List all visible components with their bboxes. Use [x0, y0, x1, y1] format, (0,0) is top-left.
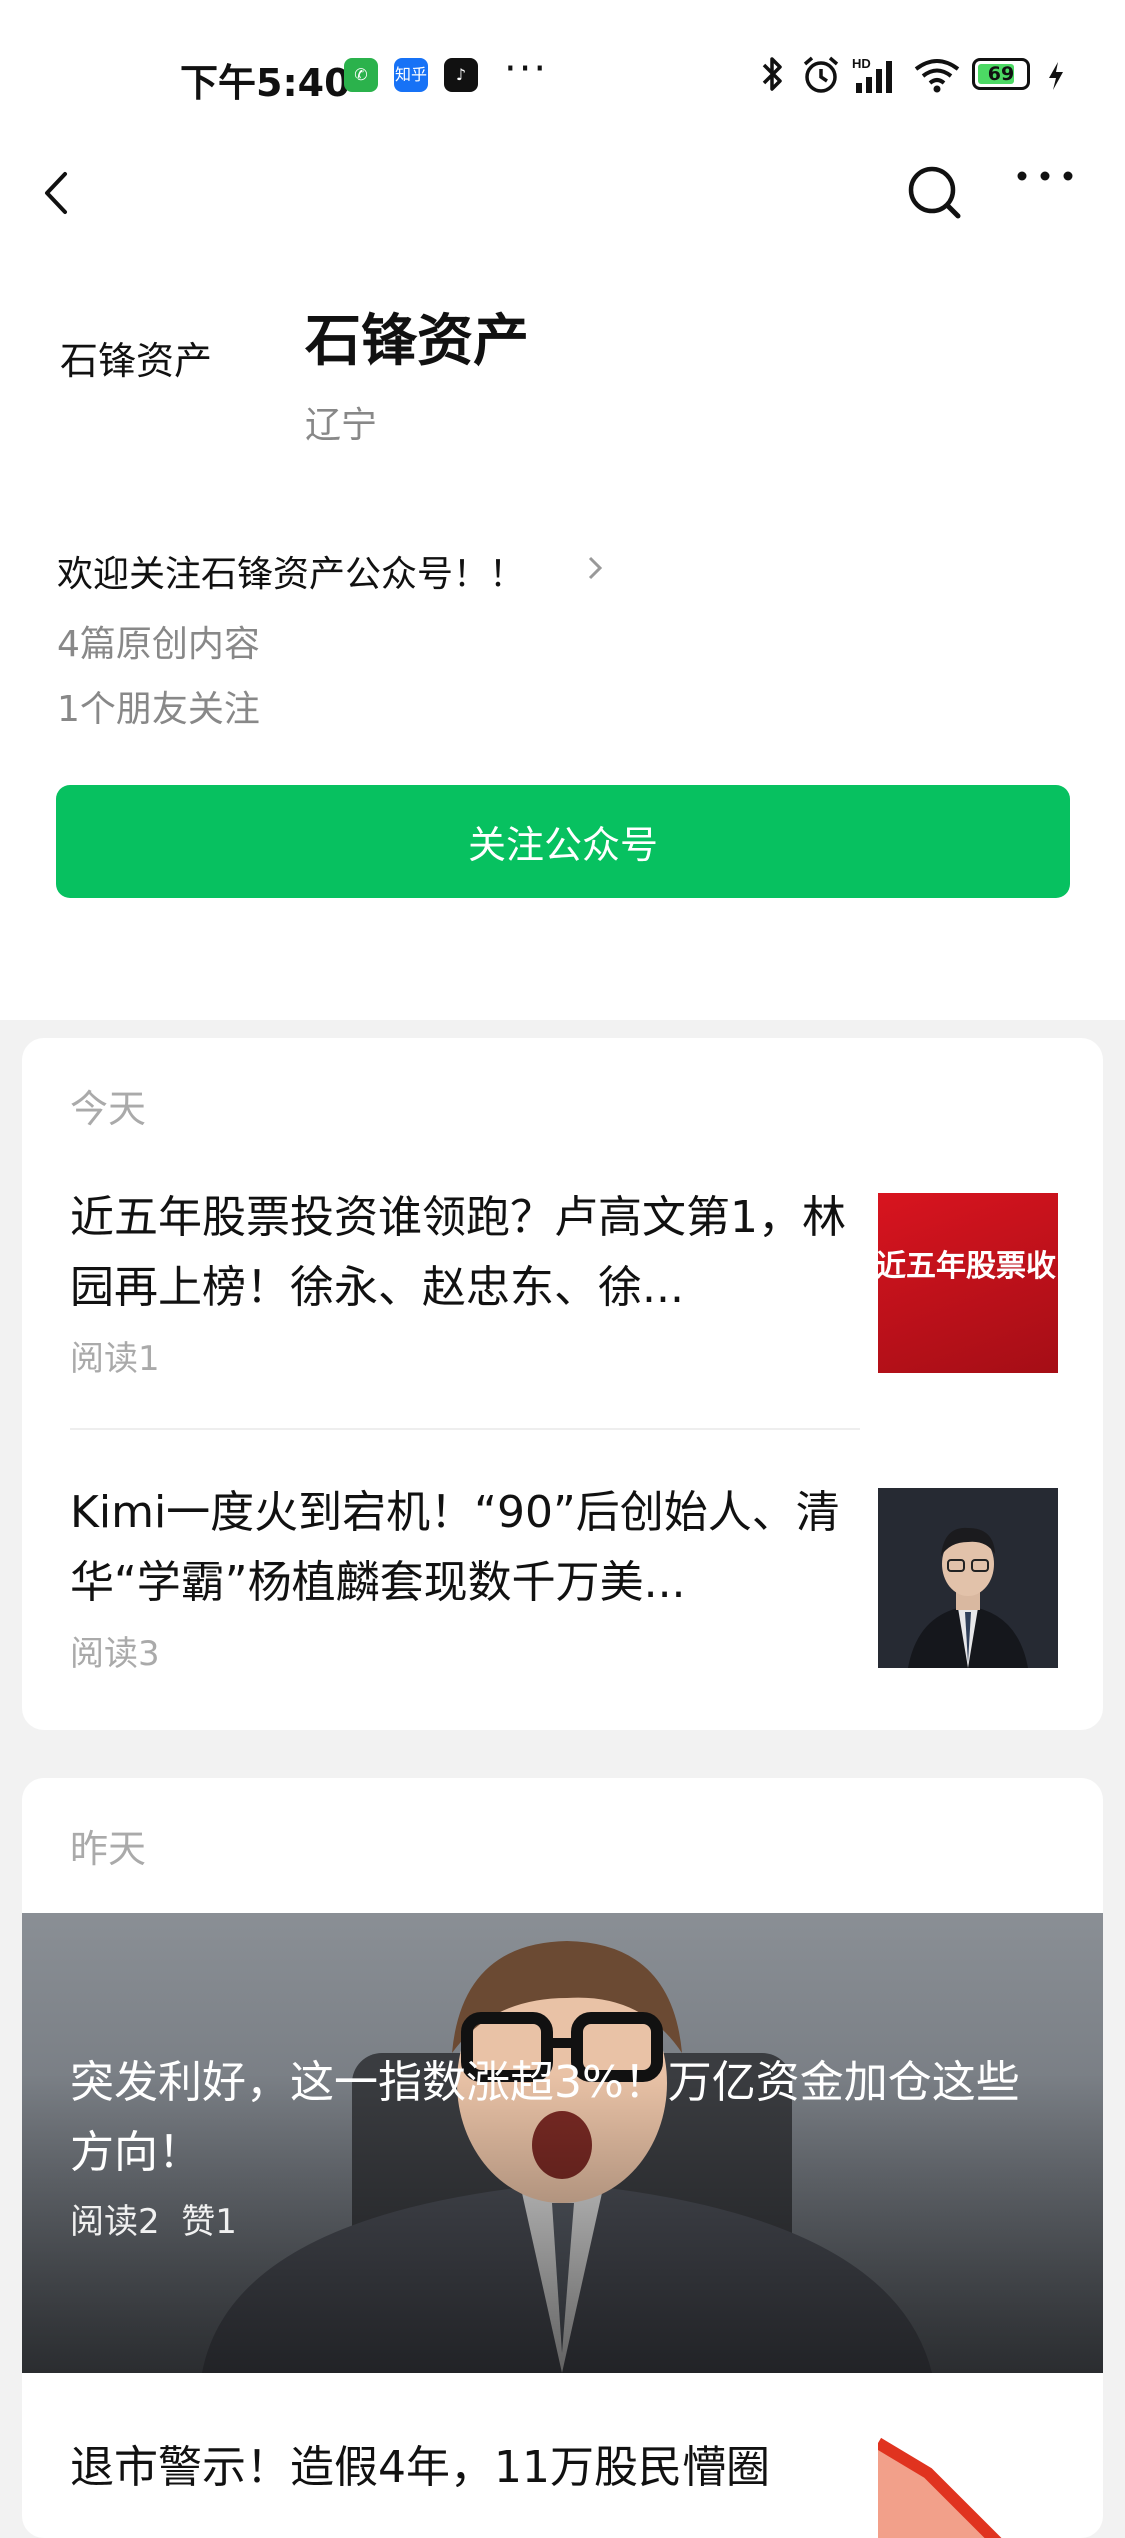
article-item[interactable]: 近五年股票投资谁领跑？卢高文第1，林园再上榜！徐永、赵忠东、徐... 阅读1 [70, 1183, 860, 1380]
article-title: Kimi一度火到宕机！“90”后创始人、清华“学霸”杨植麟套现数千万美... [70, 1487, 840, 1608]
yesterday-label: 昨天 [70, 1827, 147, 1871]
featured-article-title: 突发利好，这一指数涨超3%！万亿资金加仓这些方向！ [70, 2057, 1020, 2178]
article-thumbnail[interactable] [878, 1488, 1058, 1668]
down-trend-chart-icon [878, 2437, 1002, 2538]
status-bar: 下午5:40 ✆ 知乎 ♪ ··· HD 69 [0, 0, 1125, 155]
alarm-icon [803, 56, 839, 93]
account-name: 石锋资产 [305, 309, 529, 374]
article-meta: 阅读1 [70, 1339, 160, 1379]
account-header: 下午5:40 ✆ 知乎 ♪ ··· HD 69 石锋资产 石锋资产 辽宁 欢迎关… [0, 0, 1125, 1020]
charging-icon [1049, 62, 1063, 90]
status-time: 下午5:40 [180, 61, 351, 105]
original-content-count: 4篇原创内容 [57, 624, 260, 665]
article-item[interactable]: 退市警示！造假4年，11万股民懵圈 [70, 2433, 860, 2503]
account-logo: 石锋资产 [60, 339, 213, 383]
battery-icon: 69 [972, 58, 1030, 90]
more-notifications-icon: ··· [504, 46, 549, 92]
friends-following: 1个朋友关注 [57, 689, 260, 730]
zhihu-app-icon: 知乎 [394, 58, 428, 92]
signal-icon: HD [852, 56, 892, 93]
article-item[interactable]: Kimi一度火到宕机！“90”后创始人、清华“学霸”杨植麟套现数千万美... 阅… [70, 1478, 860, 1675]
wifi-icon [914, 59, 960, 93]
article-thumbnail[interactable]: 近五年股票收 [878, 1193, 1058, 1373]
nav-bar [0, 148, 1125, 238]
account-intro[interactable]: 欢迎关注石锋资产公众号！！ [57, 545, 525, 597]
featured-article-meta: 阅读2 赞1 [70, 2202, 237, 2242]
follow-button[interactable]: 关注公众号 [56, 785, 1070, 898]
today-label: 今天 [70, 1087, 147, 1131]
person-portrait-icon [878, 1488, 1058, 1668]
account-region: 辽宁 [305, 405, 378, 446]
tiktok-app-icon: ♪ [444, 58, 478, 92]
search-icon[interactable] [900, 148, 970, 238]
featured-article-caption: 突发利好，这一指数涨超3%！万亿资金加仓这些方向！ 阅读2 赞1 [70, 2048, 1060, 2243]
article-title: 退市警示！造假4年，11万股民懵圈 [70, 2442, 770, 2493]
today-card: 今天 近五年股票投资谁领跑？卢高文第1，林园再上榜！徐永、赵忠东、徐... 阅读… [22, 1038, 1103, 1730]
article-meta: 阅读3 [70, 1634, 160, 1674]
divider [70, 1428, 860, 1430]
hd-label: HD [852, 56, 871, 71]
article-thumbnail[interactable] [878, 2433, 1058, 2538]
thumbnail-text: 近五年股票收 [878, 1249, 1056, 1284]
chevron-right-icon[interactable] [580, 548, 610, 588]
more-options-icon[interactable] [1010, 148, 1080, 238]
back-icon[interactable] [30, 148, 90, 238]
bluetooth-icon [762, 57, 782, 91]
battery-level: 69 [987, 63, 1015, 85]
yesterday-card: 昨天 突发利好，这一指数涨超3%！万亿资金加仓这些方向！ 阅读2 赞1 退市警示… [22, 1778, 1103, 2538]
article-title: 近五年股票投资谁领跑？卢高文第1，林园再上榜！徐永、赵忠东、徐... [70, 1192, 846, 1313]
phone-app-icon: ✆ [344, 58, 378, 92]
